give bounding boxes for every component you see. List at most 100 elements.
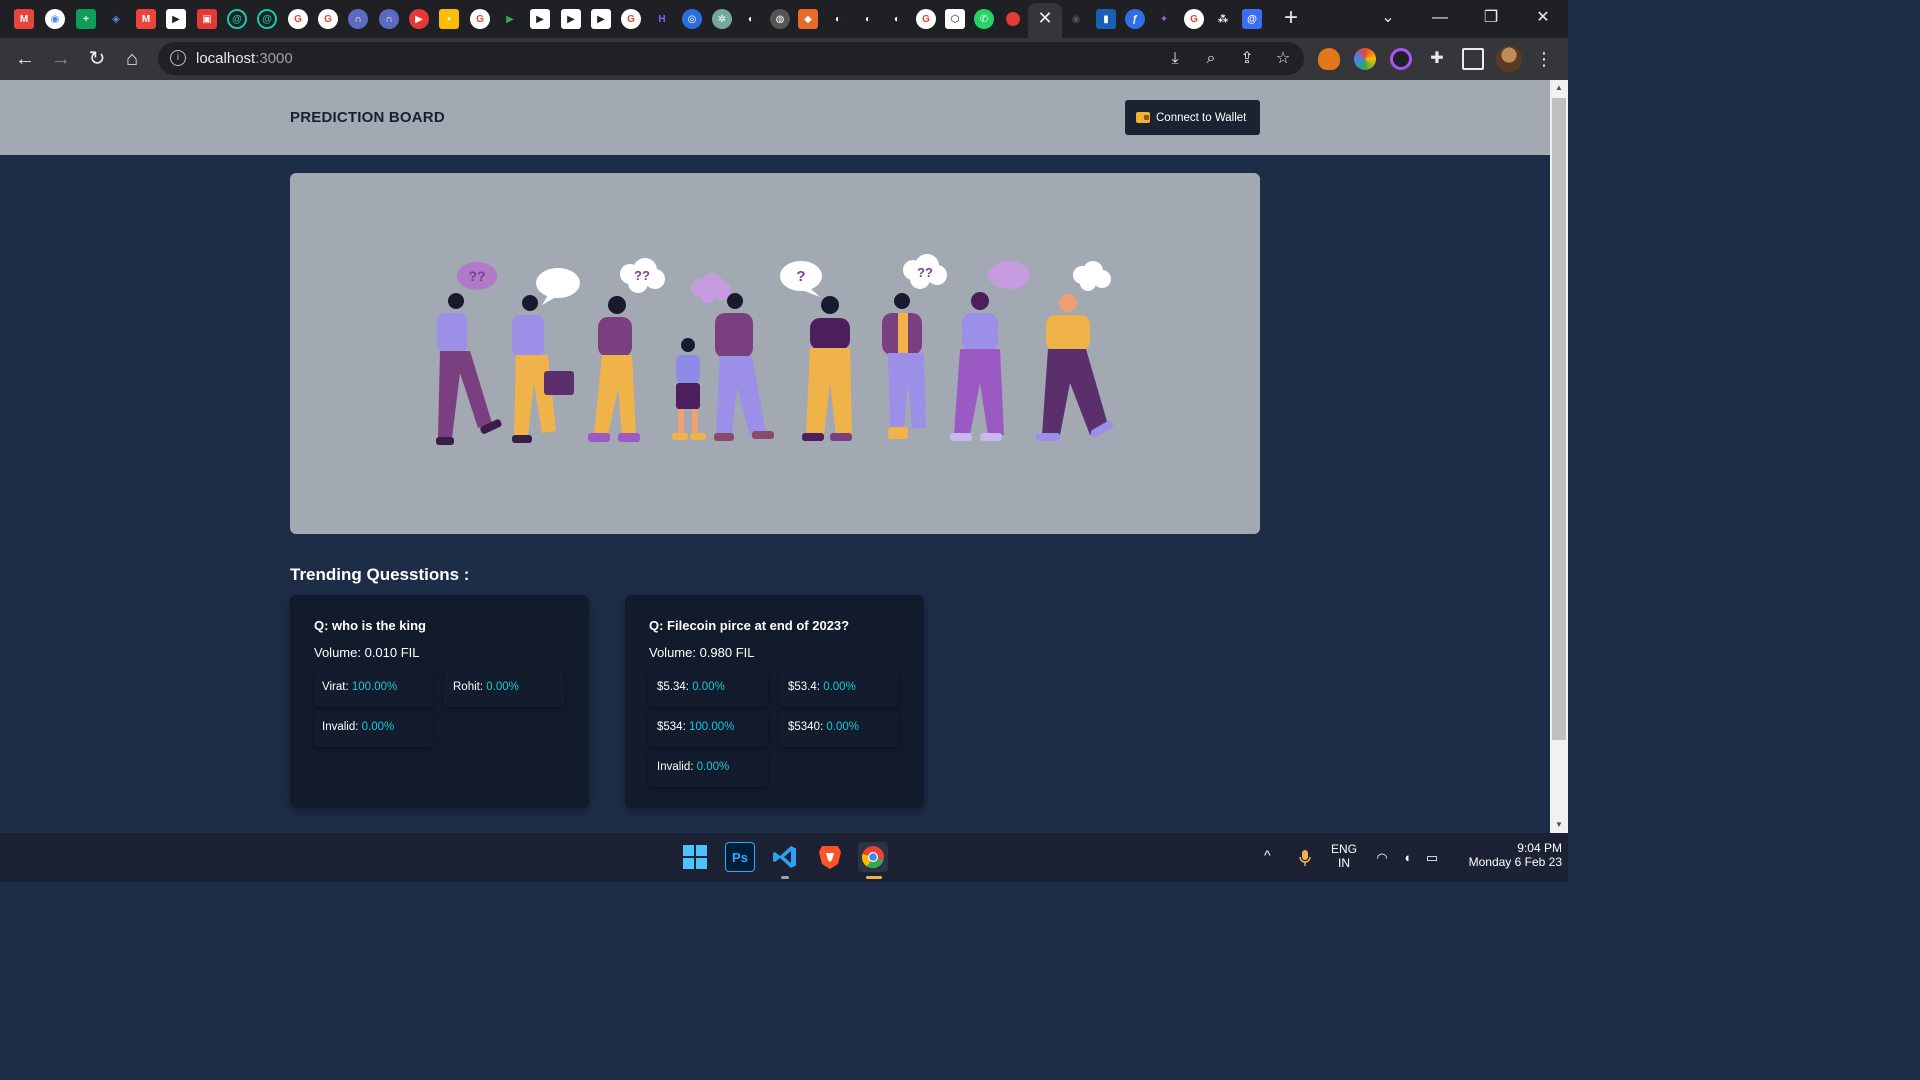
language-indicator[interactable]: ENG IN — [1328, 842, 1360, 870]
ring-extension-icon[interactable] — [1390, 48, 1412, 70]
battery-icon[interactable]: ▭ — [1423, 849, 1441, 867]
option-5340[interactable]: $5340: 0.00% — [779, 711, 899, 747]
record-tab-icon[interactable]: ▶ — [409, 9, 429, 29]
page-scrollbar[interactable]: ▲ ▼ — [1550, 80, 1568, 833]
option-5-34[interactable]: $5.34: 0.00% — [648, 671, 768, 707]
windows-start-icon[interactable] — [680, 842, 710, 872]
new-tab-button[interactable]: + — [1280, 6, 1302, 30]
option-invalid[interactable]: Invalid: 0.00% — [648, 751, 768, 787]
browser-menu-icon[interactable]: ⋮ — [1534, 48, 1554, 70]
app-brand-title[interactable]: PREDICTION BOARD — [290, 109, 445, 126]
share-icon[interactable]: ⇪ — [1236, 48, 1258, 70]
clock[interactable]: 9:04 PM Monday 6 Feb 23 — [1448, 841, 1562, 869]
gmail-tab-icon[interactable]: M — [14, 9, 34, 29]
question-title: Q: who is the king — [314, 618, 426, 633]
chrome-icon[interactable] — [858, 842, 888, 872]
sheets-tab-icon[interactable]: + — [76, 9, 96, 29]
option-invalid[interactable]: Invalid: 0.00% — [313, 711, 433, 747]
shield-tab-icon[interactable]: ◆ — [798, 9, 818, 29]
gmail-tab-icon[interactable]: M — [136, 9, 156, 29]
github-tab-icon[interactable]: ◐ — [828, 9, 848, 29]
vscode-icon[interactable] — [770, 842, 800, 872]
connect-wallet-button[interactable]: Connect to Wallet — [1125, 100, 1260, 135]
github-tab-icon[interactable]: ◐ — [741, 9, 761, 29]
site-info-icon[interactable]: i — [170, 50, 186, 66]
volume-icon[interactable]: ◖ — [1398, 849, 1416, 867]
minimize-icon[interactable]: — — [1428, 6, 1452, 30]
scroll-up-icon[interactable]: ▲ — [1550, 80, 1568, 96]
scroll-down-icon[interactable]: ▼ — [1550, 817, 1568, 833]
record-tab-icon[interactable] — [1003, 9, 1023, 29]
app-tab-icon[interactable]: ▣ — [197, 9, 217, 29]
tray-overflow-chevron-icon[interactable]: ^ — [1264, 847, 1271, 863]
option-53-4[interactable]: $53.4: 0.00% — [779, 671, 899, 707]
profile-avatar[interactable] — [1496, 46, 1522, 72]
purple-tab-icon[interactable]: ✦ — [1154, 9, 1174, 29]
openai-tab-icon[interactable]: ✲ — [712, 9, 732, 29]
option-percent: 0.00% — [823, 681, 856, 693]
book-tab-icon[interactable]: ▮ — [1096, 9, 1116, 29]
globe-tab-icon[interactable]: ◎ — [682, 9, 702, 29]
doc-tab-icon[interactable]: ▶ — [166, 9, 186, 29]
install-app-icon[interactable]: ⤓ — [1164, 48, 1186, 70]
microphone-icon[interactable] — [1296, 849, 1314, 867]
globe-tab-icon[interactable]: ◍ — [770, 9, 790, 29]
url-text[interactable]: localhost:3000 — [196, 50, 293, 67]
chrome-tab-icon[interactable]: ◉ — [45, 9, 65, 29]
brave-icon[interactable] — [815, 842, 845, 872]
google-tab-icon[interactable]: G — [621, 9, 641, 29]
github-tab-icon[interactable]: ◐ — [858, 9, 878, 29]
wifi-icon[interactable]: ◠ — [1373, 849, 1391, 867]
google-tab-icon[interactable]: G — [288, 9, 308, 29]
zoom-icon[interactable]: ⌕ — [1200, 48, 1222, 70]
browser-tab-strip: M ◉ + ◈ M ▶ ▣ @ @ G G ∩ ∩ ▶ ▪ G ▶ ▶ ▶ ▶ … — [0, 0, 1568, 38]
play-tab-icon[interactable]: ▶ — [500, 9, 520, 29]
bookmark-star-icon[interactable]: ☆ — [1272, 48, 1294, 70]
window-close-icon[interactable]: ✕ — [1531, 6, 1555, 30]
scrollbar-thumb[interactable] — [1552, 98, 1566, 740]
option-percent: 100.00% — [351, 681, 398, 693]
tab-search-icon[interactable]: ⌄ — [1376, 6, 1400, 30]
option-virat[interactable]: Virat: 100.00% — [313, 671, 433, 707]
n-tab-icon[interactable]: ∩ — [379, 9, 399, 29]
color-extension-icon[interactable] — [1354, 48, 1376, 70]
extensions-puzzle-icon[interactable]: ✚ — [1426, 48, 1448, 70]
hash-tab-icon[interactable]: H — [652, 9, 672, 29]
side-panel-icon[interactable] — [1462, 48, 1484, 70]
whatsapp-tab-icon[interactable]: ✆ — [974, 9, 994, 29]
reload-icon[interactable]: ↻ — [84, 46, 110, 72]
photoshop-icon[interactable]: Ps — [725, 842, 755, 872]
google-tab-icon[interactable]: G — [916, 9, 936, 29]
doc-tab-icon[interactable]: ▶ — [561, 9, 581, 29]
spiral-tab-icon[interactable]: @ — [227, 9, 247, 29]
metamask-extension-icon[interactable] — [1318, 48, 1340, 70]
dots-tab-icon[interactable]: ⁂ — [1213, 9, 1233, 29]
forward-icon[interactable]: → — [48, 46, 74, 72]
home-icon[interactable]: ⌂ — [119, 46, 145, 72]
keep-tab-icon[interactable]: ▪ — [439, 9, 459, 29]
blue-tab-icon[interactable]: ƒ — [1125, 9, 1145, 29]
app-header: PREDICTION BOARD Connect to Wallet — [0, 80, 1550, 155]
option-534[interactable]: $534: 100.00% — [648, 711, 768, 747]
spiral-tab-icon[interactable]: @ — [257, 9, 277, 29]
github-tab-icon[interactable]: ◐ — [887, 9, 907, 29]
back-icon[interactable]: ← — [12, 46, 38, 72]
doc-tab-icon[interactable]: ▶ — [530, 9, 550, 29]
tab-close-icon[interactable]: ✕ — [1036, 8, 1054, 28]
option-label: $5340: — [788, 721, 824, 733]
google-tab-icon[interactable]: G — [1184, 9, 1204, 29]
person-6 — [802, 296, 852, 441]
doc-tab-icon[interactable]: ▶ — [591, 9, 611, 29]
google-tab-icon[interactable]: G — [470, 9, 490, 29]
codepen-tab-icon[interactable]: ⬡ — [945, 9, 965, 29]
n-tab-icon[interactable]: ∩ — [348, 9, 368, 29]
alien-tab-icon[interactable]: ◉ — [1066, 9, 1086, 29]
thought-cloud — [1093, 270, 1111, 288]
messenger-tab-icon[interactable]: @ — [1242, 9, 1262, 29]
google-tab-icon[interactable]: G — [318, 9, 338, 29]
restore-icon[interactable]: ❐ — [1479, 6, 1503, 30]
speech-bubble-icon — [988, 261, 1030, 289]
address-bar[interactable]: i localhost:3000 ⤓ ⌕ ⇪ ☆ — [158, 42, 1304, 75]
option-rohit[interactable]: Rohit: 0.00% — [444, 671, 564, 707]
diamond-tab-icon[interactable]: ◈ — [106, 9, 126, 29]
